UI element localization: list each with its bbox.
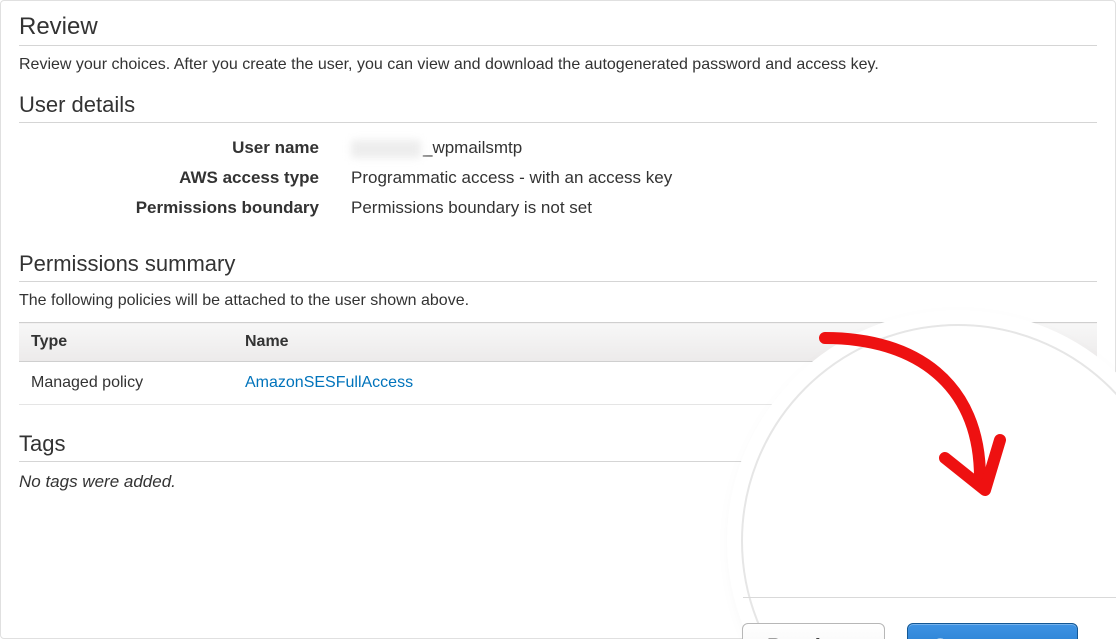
access-type-value: Programmatic access - with an access key (351, 168, 672, 188)
page-container: Review Review your choices. After you cr… (0, 0, 1116, 639)
policy-header-type: Type (19, 323, 233, 362)
divider (743, 597, 1116, 598)
access-type-label: AWS access type (19, 168, 351, 188)
redacted-username-prefix (351, 140, 421, 158)
user-name-value: _wpmailsmtp (351, 138, 522, 158)
policy-name-link[interactable]: AmazonSESFullAccess (245, 374, 413, 391)
user-name-row: User name _wpmailsmtp (19, 133, 1097, 163)
perm-boundary-label: Permissions boundary (19, 198, 351, 218)
user-name-label: User name (19, 138, 351, 158)
divider (19, 281, 1097, 282)
divider (19, 45, 1097, 46)
user-details-heading: User details (19, 92, 1097, 118)
access-type-row: AWS access type Programmatic access - wi… (19, 163, 1097, 193)
wizard-button-row: Previous Create user (838, 623, 1078, 639)
review-help-text: Review your choices. After you create th… (19, 56, 1097, 74)
divider (19, 122, 1097, 123)
create-user-button[interactable]: Create user (907, 623, 1078, 639)
permissions-summary-heading: Permissions summary (19, 251, 1097, 277)
previous-button[interactable]: Previous (742, 623, 885, 639)
perm-boundary-value: Permissions boundary is not set (351, 198, 592, 218)
policy-type-cell: Managed policy (19, 362, 233, 405)
review-heading: Review (19, 13, 1097, 41)
perm-boundary-row: Permissions boundary Permissions boundar… (19, 193, 1097, 223)
permissions-desc: The following policies will be attached … (19, 292, 1097, 310)
